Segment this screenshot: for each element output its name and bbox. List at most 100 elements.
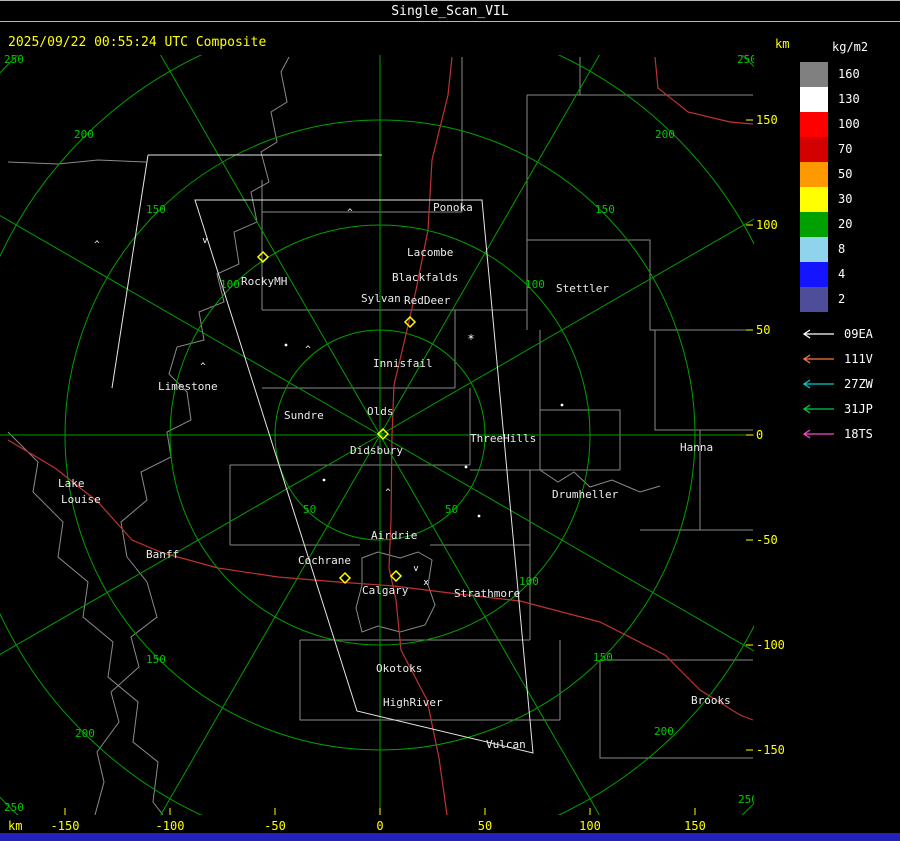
range-ring-label: 250 xyxy=(738,793,754,806)
city-label: Didsbury xyxy=(350,444,403,457)
county-boundary-line xyxy=(7,431,164,815)
city-label: Drumheller xyxy=(552,488,619,501)
radar-arrow-icon xyxy=(802,328,834,339)
county-boundary-line xyxy=(262,310,456,389)
window-title: Single_Scan_VIL xyxy=(391,3,509,19)
range-ring-label: 200 xyxy=(654,725,674,738)
legend-level-row: 50 xyxy=(800,162,898,187)
spot-marker: v xyxy=(202,236,207,246)
city-label: Cochrane xyxy=(298,554,351,567)
city-label: RedDeer xyxy=(404,294,451,307)
legend-radar-row: 111V xyxy=(800,346,898,371)
radar-id-label: 111V xyxy=(844,351,873,366)
range-ring-label: 250 xyxy=(4,55,24,66)
spot-marker: ^ xyxy=(385,488,391,498)
legend-color-swatch xyxy=(800,87,828,112)
window-titlebar: Single_Scan_VIL xyxy=(0,0,900,22)
right-axis-tick-label: 100 xyxy=(756,218,778,232)
county-boundary-line xyxy=(94,56,290,815)
spot-marker: v xyxy=(413,564,418,574)
city-label: Brooks xyxy=(691,694,731,707)
bottom-axis-tick-label: -150 xyxy=(50,819,80,833)
city-label: Strathmore xyxy=(454,587,520,600)
city-label: HighRiver xyxy=(383,696,443,709)
radar-id-label: 18TS xyxy=(844,426,873,441)
spot-marker: ^ xyxy=(347,208,353,218)
legend-color-swatch xyxy=(800,212,828,237)
county-boundary-line xyxy=(470,330,621,471)
bottom-axis-tick-label: 150 xyxy=(684,819,706,833)
legend-level-row: 20 xyxy=(800,212,898,237)
range-ring-label: 150 xyxy=(593,651,613,664)
city-label: Stettler xyxy=(556,282,609,295)
scan-area-outline xyxy=(111,154,149,389)
range-ring-label: 100 xyxy=(519,575,539,588)
radar-id-label: 31JP xyxy=(844,401,873,416)
legend-unit-label: kg/m2 xyxy=(832,40,869,54)
bottom-axis-tick-label: 50 xyxy=(477,819,493,833)
bottom-axis-unit-label: km xyxy=(8,819,23,833)
legend-panel: kg/m2 160 130 100 70 50 30 20 8 4 2 09EA 111V 27ZW 3… xyxy=(800,40,898,446)
city-label: ThreeHills xyxy=(470,432,536,445)
city-label: Lake xyxy=(58,477,85,490)
county-boundary-line xyxy=(640,330,753,531)
bottom-axis-tick-label: -100 xyxy=(155,819,185,833)
city-label: Innisfail xyxy=(373,357,433,370)
city-label: Louise xyxy=(61,493,101,506)
range-ring-label: 200 xyxy=(655,128,675,141)
legend-level-value: 100 xyxy=(838,117,860,131)
bottom-axis-tick-label: 0 xyxy=(376,819,384,833)
legend-radar-list: 09EA 111V 27ZW 31JP 18TS xyxy=(800,321,898,446)
radar-app-window: Single_Scan_VIL 2025/09/22 00:55:24 UTC … xyxy=(0,0,900,841)
right-axis-unit-label: km xyxy=(775,37,790,51)
right-axis-tick-label: 50 xyxy=(756,323,771,337)
city-label: Calgary xyxy=(362,584,409,597)
city-label: Airdrie xyxy=(371,529,417,542)
radar-map-canvas[interactable]: 250 200 150 100 100 150 200 250 50 50 100 150 200 250… xyxy=(0,55,754,815)
city-label: Banff xyxy=(146,548,179,561)
spot-marker xyxy=(284,343,288,347)
range-ring-label: 150 xyxy=(146,203,166,216)
spot-marker: x xyxy=(423,578,429,588)
legend-level-row: 4 xyxy=(800,262,898,287)
legend-color-swatch xyxy=(800,237,828,262)
radar-arrow-icon xyxy=(802,428,834,439)
radar-arrow-icon xyxy=(802,403,834,414)
right-axis-tick-label: -150 xyxy=(756,743,785,757)
city-label: Ponoka xyxy=(433,201,473,214)
range-ring-label: 100 xyxy=(525,278,545,291)
legend-color-swatch xyxy=(800,162,828,187)
range-ring-label: 100 xyxy=(220,278,240,291)
city-label: Sundre xyxy=(284,409,324,422)
county-boundary-line xyxy=(7,159,147,165)
legend-level-value: 70 xyxy=(838,142,853,156)
radar-arrow-icon xyxy=(802,353,834,364)
bottom-axis-tick-label: 100 xyxy=(579,819,601,833)
city-label: Lacombe xyxy=(407,246,453,259)
legend-color-swatch xyxy=(800,62,828,87)
legend-color-swatch xyxy=(800,187,828,212)
bottom-axis-tick-label: -50 xyxy=(264,819,286,833)
city-label: Okotoks xyxy=(376,662,422,675)
spot-marker: ^ xyxy=(305,345,311,355)
range-ring-label: 250 xyxy=(4,801,24,814)
spot-marker xyxy=(464,465,468,469)
radar-arrow-icon xyxy=(802,378,834,389)
right-axis-tick-label: 0 xyxy=(756,428,764,442)
legend-level-value: 50 xyxy=(838,167,853,181)
legend-level-value: 20 xyxy=(838,217,853,231)
legend-level-row: 160 xyxy=(800,62,898,87)
timestamp-label: 2025/09/22 00:55:24 UTC Composite xyxy=(8,35,267,50)
city-label: Limestone xyxy=(158,380,218,393)
radar-id-label: 09EA xyxy=(844,326,873,341)
right-axis-tick-label: -50 xyxy=(756,533,778,547)
range-ring-label: 200 xyxy=(74,128,94,141)
legend-color-swatch xyxy=(800,287,828,312)
legend-color-scale: 160 130 100 70 50 30 20 8 4 2 xyxy=(800,62,898,312)
spot-marker xyxy=(560,403,564,407)
legend-level-value: 4 xyxy=(838,267,846,281)
city-label: Olds xyxy=(367,405,394,418)
range-ring-label: 150 xyxy=(595,203,615,216)
radar-station-icon xyxy=(338,571,352,585)
legend-level-value: 160 xyxy=(838,67,860,81)
